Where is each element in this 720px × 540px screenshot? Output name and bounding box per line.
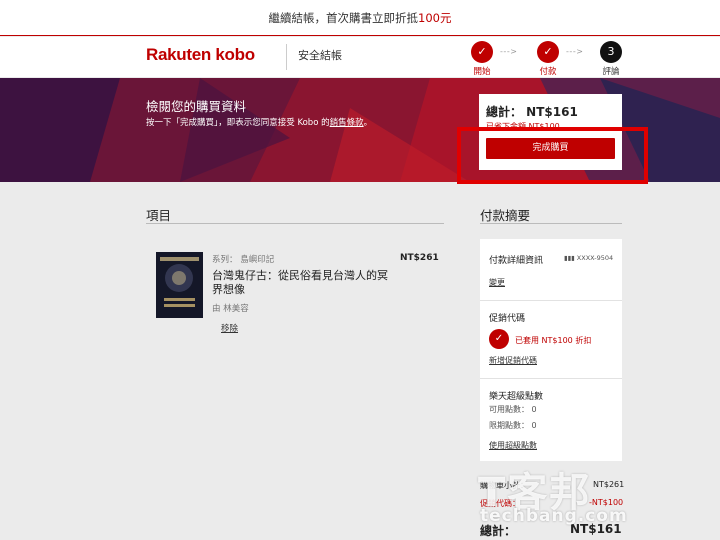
- promo-bar: 繼續結帳，首次購書立即折抵100元: [0, 0, 720, 36]
- panel-divider: [480, 300, 622, 301]
- banner-subtitle: 按一下「完成購買」，即表示您同意接受 Kobo 的銷售條款。: [146, 116, 372, 128]
- check-icon: ✓: [471, 41, 493, 63]
- check-icon: ✓: [537, 41, 559, 63]
- step-payment: ✓ 付款: [536, 41, 560, 77]
- promo-text: 繼續結帳，首次購書立即折抵: [268, 11, 419, 25]
- terms-of-sale-link[interactable]: 銷售條款: [330, 118, 364, 128]
- banner-title: 檢閱您的購買資料: [146, 99, 247, 114]
- promo-code-label: 促銷代碼: [489, 314, 526, 324]
- change-payment-link[interactable]: 變更: [489, 277, 505, 288]
- items-section-title: 項目: [146, 208, 172, 223]
- step-label: 評論: [602, 67, 620, 77]
- payment-section-title: 付款摘要: [480, 208, 531, 223]
- step-arrow-icon: - - - >: [566, 47, 583, 56]
- header: Rakuten kobo 安全結帳 ✓ 開始 - - - > ✓ 付款 - - …: [0, 37, 720, 77]
- banner-subtitle-text: 按一下「完成購買」，即表示您同意接受 Kobo 的: [146, 118, 330, 128]
- header-divider: [286, 44, 287, 70]
- promo-applied-text: 已套用 NT$100 折扣: [515, 336, 592, 345]
- secure-checkout-label: 安全結帳: [298, 49, 342, 62]
- use-points-link[interactable]: 使用超級點數: [489, 440, 537, 451]
- step-number: 3: [600, 41, 622, 63]
- step-label: 開始: [473, 67, 491, 77]
- check-icon: ✓: [489, 329, 509, 349]
- card-number: XXXX-9504: [576, 254, 614, 262]
- kobo-logo[interactable]: Rakuten kobo: [146, 45, 255, 65]
- expiring-points-label: 限期點數：: [489, 421, 529, 430]
- available-points: 可用點數： 0: [489, 404, 537, 415]
- step-start: ✓ 開始: [470, 41, 494, 77]
- panel-divider: [480, 378, 622, 379]
- promo-amount: 100元: [418, 11, 452, 25]
- watermark-url: techbang.com: [480, 506, 628, 526]
- item-author: 由 林美容: [212, 304, 249, 314]
- card-masked-number: ▮▮▮ XXXX-9504: [564, 254, 613, 262]
- step-review: 3 評論: [599, 41, 623, 77]
- item-price: NT$261: [400, 253, 439, 263]
- expiring-points-value: 0: [531, 421, 537, 430]
- card-icon: ▮▮▮: [564, 254, 577, 262]
- expiring-points: 限期點數： 0: [489, 420, 537, 431]
- items-divider: [146, 223, 444, 224]
- techbang-watermark: T客邦 techbang.com: [476, 460, 636, 532]
- available-points-value: 0: [531, 405, 537, 414]
- super-points-label: 樂天超級點數: [489, 392, 544, 402]
- item-title[interactable]: 台灣鬼仔古：從民俗看見台灣人的冥界想像: [212, 269, 392, 297]
- step-arrow-icon: - - - >: [500, 47, 517, 56]
- add-promo-code-link[interactable]: 新增促銷代碼: [489, 355, 537, 366]
- banner-subtitle-end: 。: [363, 118, 373, 128]
- step-label: 付款: [539, 67, 557, 77]
- payment-details-label: 付款詳細資訊: [489, 256, 544, 266]
- checkout-steps: ✓ 開始 - - - > ✓ 付款 - - - > 3 評論: [470, 41, 630, 77]
- available-points-label: 可用點數：: [489, 405, 529, 414]
- item-series: 系列： 島嶼印記: [212, 255, 275, 265]
- book-cover-image[interactable]: [156, 252, 203, 318]
- remove-item-link[interactable]: 移除: [221, 322, 238, 334]
- payment-divider: [480, 223, 622, 224]
- summary-total: 總計： NT$161: [486, 105, 578, 119]
- book-cover-art: [156, 252, 203, 318]
- highlight-annotation: [457, 127, 648, 184]
- payment-panel: 付款詳細資訊 ▮▮▮ XXXX-9504 變更 促銷代碼 已套用 NT$100 …: [480, 239, 622, 461]
